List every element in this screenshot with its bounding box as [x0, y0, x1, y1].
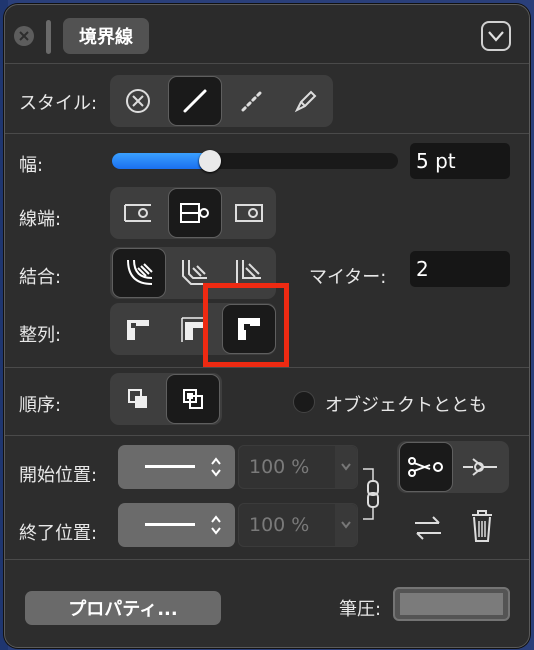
divider: [5, 435, 529, 436]
popup-stepper-icon: [211, 515, 221, 535]
drag-handle[interactable]: [46, 20, 51, 54]
linecap-butt-button[interactable]: [112, 188, 164, 238]
style-segmented-control: [110, 75, 333, 127]
align-center-icon: [127, 320, 149, 340]
width-label: 幅:: [19, 155, 44, 176]
end-arrow-popup[interactable]: [118, 503, 235, 547]
divider: [5, 559, 529, 560]
width-field[interactable]: 5 pt: [410, 143, 510, 179]
style-solid-button[interactable]: [168, 76, 222, 126]
arrow-line-preview: [145, 523, 195, 526]
pressure-label: 筆圧:: [339, 599, 382, 620]
start-percent-stepper[interactable]: [335, 446, 357, 488]
end-percent-field[interactable]: 100 %: [238, 503, 358, 547]
close-button[interactable]: [14, 26, 34, 46]
arrow-line-preview: [145, 465, 195, 468]
highlight-box: [203, 283, 289, 367]
linecap-label: 線端:: [19, 209, 62, 230]
solid-line-icon: [183, 89, 207, 113]
divider: [5, 63, 529, 64]
send-back-icon: [183, 389, 203, 409]
with-object-radio[interactable]: [293, 391, 315, 413]
align-center-button[interactable]: [112, 304, 164, 354]
close-icon: [19, 31, 29, 41]
arrow-position-control: [397, 441, 509, 493]
style-brush-button[interactable]: [280, 76, 332, 126]
style-dotted-button[interactable]: [226, 76, 278, 126]
with-object-label: オブジェクトととも: [325, 395, 487, 416]
start-arrow-popup[interactable]: [118, 445, 235, 489]
order-back-button[interactable]: [166, 374, 220, 424]
panel-title-tab[interactable]: 境界線: [63, 18, 149, 54]
round-cap-icon: [235, 204, 263, 222]
collapse-button[interactable]: [481, 21, 511, 51]
titlebar: 境界線: [5, 5, 529, 63]
join-label: 結合:: [19, 267, 62, 288]
bring-front-icon: [128, 389, 147, 408]
end-percent-value: 100 %: [249, 514, 310, 536]
round-join-icon: [127, 259, 153, 285]
chevron-down-icon: [341, 521, 351, 529]
order-label: 順序:: [19, 395, 62, 416]
linecap-segmented-control: [110, 187, 276, 239]
width-slider-fill: [112, 153, 210, 169]
width-slider[interactable]: [112, 150, 398, 172]
miter-label: マイター:: [309, 267, 387, 288]
miter-field[interactable]: 2: [410, 251, 510, 287]
pressure-color-well[interactable]: [393, 587, 510, 621]
chevron-down-icon: [341, 463, 351, 471]
divider: [5, 367, 529, 368]
trash-icon[interactable]: [469, 509, 495, 543]
style-none-button[interactable]: [112, 76, 164, 126]
butt-cap-icon: [124, 204, 151, 222]
arrow-extend-icon: [463, 458, 497, 476]
order-front-button[interactable]: [112, 374, 164, 424]
brush-icon: [294, 90, 317, 113]
chevron-down-icon: [488, 31, 504, 42]
end-label: 終了位置:: [19, 523, 98, 544]
none-icon: [126, 89, 150, 113]
properties-button[interactable]: プロパティ...: [25, 591, 221, 625]
style-label: スタイル:: [19, 93, 98, 114]
popup-stepper-icon: [211, 457, 221, 477]
scissors-arrow-icon: [408, 457, 443, 477]
divider: [5, 133, 529, 134]
end-percent-stepper[interactable]: [335, 504, 357, 546]
linecap-square-button[interactable]: [168, 188, 222, 238]
width-slider-thumb[interactable]: [199, 150, 221, 172]
square-cap-icon: [180, 203, 209, 223]
swap-arrows-icon[interactable]: [411, 513, 445, 543]
link-chain-icon[interactable]: [361, 467, 383, 521]
align-label: 整列:: [19, 325, 62, 346]
start-percent-value: 100 %: [249, 456, 310, 478]
arrow-cut-button[interactable]: [399, 442, 453, 492]
dotted-line-icon: [241, 90, 263, 112]
start-percent-field[interactable]: 100 %: [238, 445, 358, 489]
start-label: 開始位置:: [19, 465, 98, 486]
order-segmented-control: [110, 373, 222, 425]
arrow-extend-button[interactable]: [455, 442, 507, 492]
join-round-button[interactable]: [112, 248, 166, 298]
linecap-round-button[interactable]: [224, 188, 276, 238]
